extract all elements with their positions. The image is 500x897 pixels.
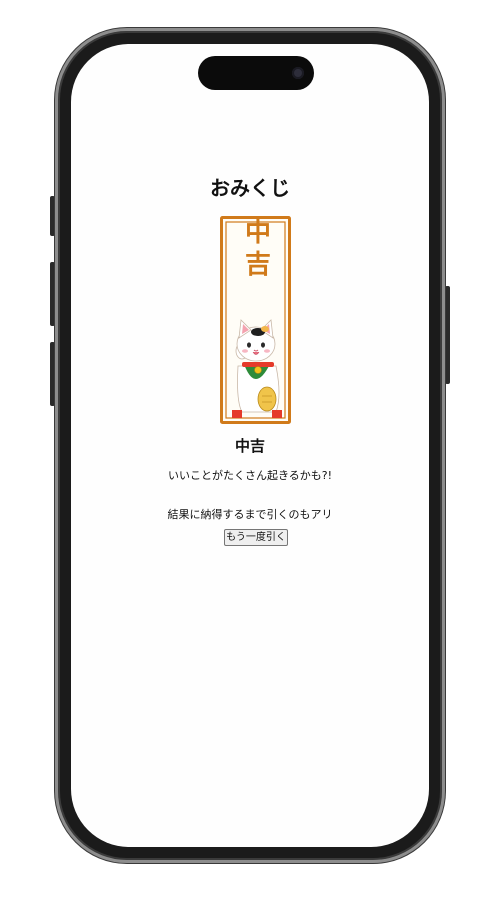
omikuji-slip-image: 中吉 <box>220 216 291 424</box>
dynamic-island <box>198 56 314 90</box>
hint-text: 結果に納得するまで引くのもアリ <box>167 508 333 521</box>
power-button <box>445 286 450 384</box>
fortune-result: 中吉 <box>234 437 265 455</box>
screenshot-stage: おみくじ 中吉 中吉 いいことがたくさん起きるかも?! 結果に納得するまで引くの… <box>0 0 500 897</box>
camera-icon <box>292 67 304 79</box>
phone-frame: おみくじ 中吉 中吉 いいことがたくさん起きるかも?! 結果に納得するまで引くの… <box>55 28 445 863</box>
fortune-message: いいことがたくさん起きるかも?! <box>167 469 333 482</box>
redraw-button[interactable]: もう一度引く <box>224 529 288 546</box>
page-title: おみくじ <box>210 176 290 200</box>
slip-fortune-text: 中吉 <box>241 218 271 282</box>
phone-screen: おみくじ 中吉 中吉 いいことがたくさん起きるかも?! 結果に納得するまで引くの… <box>71 44 429 847</box>
